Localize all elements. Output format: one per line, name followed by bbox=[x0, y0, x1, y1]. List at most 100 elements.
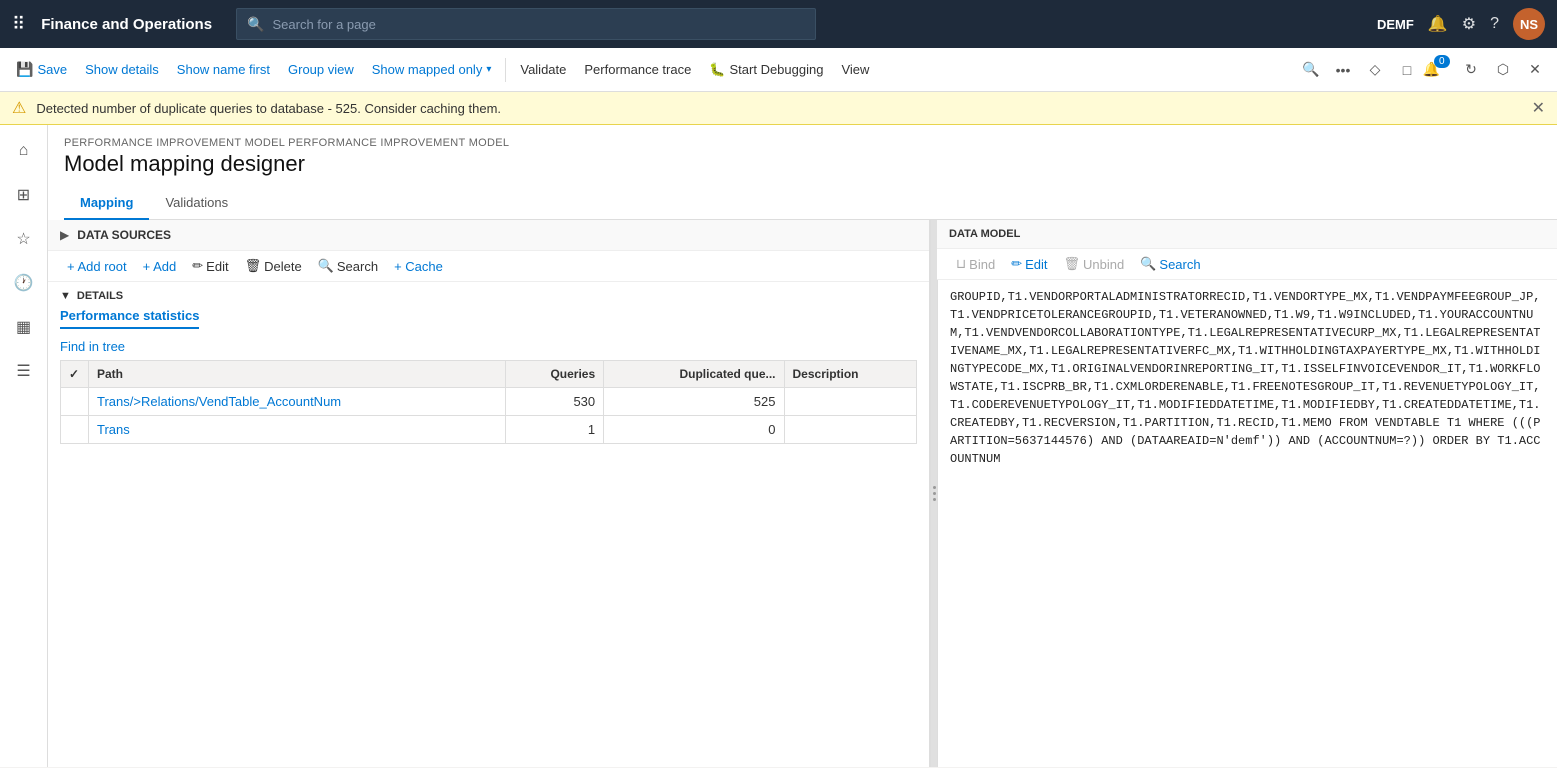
sidebar-icon-home[interactable]: ⌂ bbox=[6, 133, 42, 169]
edit-icon: ✏ bbox=[192, 258, 203, 274]
row-duplicated: 525 bbox=[604, 388, 784, 416]
dm-edit-icon: ✏ bbox=[1011, 256, 1022, 272]
dm-search-button[interactable]: 🔍 Search bbox=[1133, 253, 1207, 275]
separator bbox=[505, 58, 506, 82]
show-mapped-only-button[interactable]: Show mapped only ▾ bbox=[364, 58, 500, 81]
search-icon: 🔍 bbox=[318, 258, 334, 274]
tabs-row: Mapping Validations bbox=[64, 187, 1557, 220]
tab-validations[interactable]: Validations bbox=[149, 187, 244, 220]
path-link[interactable]: Trans/>Relations/VendTable_AccountNum bbox=[97, 394, 341, 409]
unbind-button[interactable]: 🗑 Unbind bbox=[1057, 253, 1132, 275]
col-description: Description bbox=[784, 361, 917, 388]
sidebar-icon-list[interactable]: ☰ bbox=[6, 353, 42, 389]
collapse-icon: ▼ bbox=[60, 290, 71, 302]
main-layout: ⌂ ⊞ ☆ 🕐 ▦ ☰ PERFORMANCE IMPROVEMENT MODE… bbox=[0, 125, 1557, 767]
sidebar-icon-clock[interactable]: 🕐 bbox=[6, 265, 42, 301]
split-pane: ▶ DATA SOURCES + Add root + Add ✏ Edit 🗑… bbox=[48, 220, 1557, 767]
global-search-bar[interactable]: 🔍 bbox=[236, 8, 816, 40]
chevron-down-icon: ▾ bbox=[486, 64, 491, 75]
company-label: DEMF bbox=[1377, 17, 1414, 32]
search-button[interactable]: 🔍 Search bbox=[311, 255, 385, 277]
add-root-button[interactable]: + Add root bbox=[60, 256, 134, 277]
add-button[interactable]: + Add bbox=[136, 256, 184, 277]
table-row: Trans/>Relations/VendTable_AccountNum 53… bbox=[61, 388, 917, 416]
col-check: ✓ bbox=[61, 361, 89, 388]
top-navigation: ⠿ Finance and Operations 🔍 DEMF 🔔 ⚙ ? NS bbox=[0, 0, 1557, 48]
main-toolbar: 💾 Save Show details Show name first Grou… bbox=[0, 48, 1557, 92]
bell-icon[interactable]: 🔔 bbox=[1428, 14, 1448, 34]
app-title: Finance and Operations bbox=[41, 16, 212, 33]
edit-button[interactable]: ✏ Edit bbox=[185, 255, 235, 277]
save-button[interactable]: 💾 Save bbox=[8, 57, 75, 82]
row-queries: 530 bbox=[505, 388, 603, 416]
left-pane: ▶ DATA SOURCES + Add root + Add ✏ Edit 🗑… bbox=[48, 220, 931, 767]
left-sidebar: ⌂ ⊞ ☆ 🕐 ▦ ☰ bbox=[0, 125, 48, 767]
row-check bbox=[61, 416, 89, 444]
popout-icon[interactable]: ⬡ bbox=[1489, 56, 1517, 84]
bind-button[interactable]: ⊔ Bind bbox=[949, 253, 1002, 275]
warning-banner: ⚠ Detected number of duplicate queries t… bbox=[0, 92, 1557, 125]
row-queries: 1 bbox=[505, 416, 603, 444]
sidebar-icon-star[interactable]: ☆ bbox=[6, 221, 42, 257]
datasources-toolbar: + Add root + Add ✏ Edit 🗑 Delete 🔍 Searc… bbox=[48, 251, 929, 282]
row-description bbox=[784, 388, 917, 416]
dm-search-icon: 🔍 bbox=[1140, 256, 1156, 272]
performance-table: ✓ Path Queries Duplicated que... Descrip… bbox=[60, 360, 917, 444]
table-row: Trans 1 0 bbox=[61, 416, 917, 444]
page-title: Model mapping designer bbox=[64, 151, 1541, 177]
data-model-header: DATA MODEL bbox=[937, 220, 1557, 249]
close-icon[interactable]: ✕ bbox=[1521, 56, 1549, 84]
search-toolbar-icon[interactable]: 🔍 bbox=[1297, 56, 1325, 84]
diamond-icon[interactable]: ◇ bbox=[1361, 56, 1389, 84]
datasources-title: DATA SOURCES bbox=[77, 228, 171, 242]
more-icon[interactable]: ••• bbox=[1329, 56, 1357, 84]
datasources-header: ▶ DATA SOURCES bbox=[48, 220, 929, 251]
tab-mapping[interactable]: Mapping bbox=[64, 187, 149, 220]
row-path: Trans/>Relations/VendTable_AccountNum bbox=[89, 388, 506, 416]
content-area: PERFORMANCE IMPROVEMENT MODEL PERFORMANC… bbox=[48, 125, 1557, 767]
delete-button[interactable]: 🗑 Delete bbox=[238, 255, 309, 277]
notification-count-icon[interactable]: 🔔0 bbox=[1425, 56, 1453, 84]
cache-button[interactable]: + Cache bbox=[387, 256, 450, 277]
sql-content: GROUPID,T1.VENDORPORTALADMINISTRATORRECI… bbox=[937, 280, 1557, 767]
avatar[interactable]: NS bbox=[1513, 8, 1545, 40]
delete-icon: 🗑 bbox=[245, 258, 262, 274]
row-path: Trans bbox=[89, 416, 506, 444]
save-icon: 💾 bbox=[16, 61, 33, 78]
sidebar-icon-filter[interactable]: ⊞ bbox=[6, 177, 42, 213]
right-pane: DATA MODEL ⊔ Bind ✏ Edit 🗑 Unbind bbox=[937, 220, 1557, 767]
col-duplicated: Duplicated que... bbox=[604, 361, 784, 388]
path-link[interactable]: Trans bbox=[97, 422, 130, 437]
data-model-toolbar: ⊔ Bind ✏ Edit 🗑 Unbind 🔍 Search bbox=[937, 249, 1557, 280]
start-debugging-button[interactable]: 🐛 Start Debugging bbox=[701, 58, 831, 82]
dm-edit-button[interactable]: ✏ Edit bbox=[1004, 253, 1054, 275]
expand-icon[interactable]: ▶ bbox=[60, 228, 69, 242]
settings-icon[interactable]: ⚙ bbox=[1462, 14, 1476, 34]
top-nav-right: DEMF 🔔 ⚙ ? NS bbox=[1377, 8, 1545, 40]
row-description bbox=[784, 416, 917, 444]
view-button[interactable]: View bbox=[833, 58, 877, 81]
waffle-icon[interactable]: ⠿ bbox=[12, 14, 25, 35]
show-details-button[interactable]: Show details bbox=[77, 58, 167, 81]
group-view-button[interactable]: Group view bbox=[280, 58, 362, 81]
row-duplicated: 0 bbox=[604, 416, 784, 444]
col-path: Path bbox=[89, 361, 506, 388]
sidebar-icon-grid[interactable]: ▦ bbox=[6, 309, 42, 345]
warning-close-button[interactable]: ✕ bbox=[1532, 98, 1545, 118]
details-header[interactable]: ▼ DETAILS bbox=[60, 290, 917, 302]
performance-statistics-tab[interactable]: Performance statistics bbox=[60, 308, 199, 329]
validate-button[interactable]: Validate bbox=[512, 58, 574, 81]
breadcrumb-section: PERFORMANCE IMPROVEMENT MODEL PERFORMANC… bbox=[48, 125, 1557, 177]
performance-trace-button[interactable]: Performance trace bbox=[576, 58, 699, 81]
search-input[interactable] bbox=[273, 17, 806, 32]
refresh-icon[interactable]: ↻ bbox=[1457, 56, 1485, 84]
help-icon[interactable]: ? bbox=[1490, 15, 1499, 33]
find-in-tree-link[interactable]: Find in tree bbox=[48, 333, 929, 360]
warning-message: Detected number of duplicate queries to … bbox=[36, 101, 501, 116]
unbind-icon: 🗑 bbox=[1064, 256, 1081, 272]
extension-icon[interactable]: □ bbox=[1393, 56, 1421, 84]
col-queries: Queries bbox=[505, 361, 603, 388]
show-name-first-button[interactable]: Show name first bbox=[169, 58, 278, 81]
bind-icon: ⊔ bbox=[956, 256, 966, 272]
details-section: ▼ DETAILS Performance statistics bbox=[48, 282, 929, 333]
